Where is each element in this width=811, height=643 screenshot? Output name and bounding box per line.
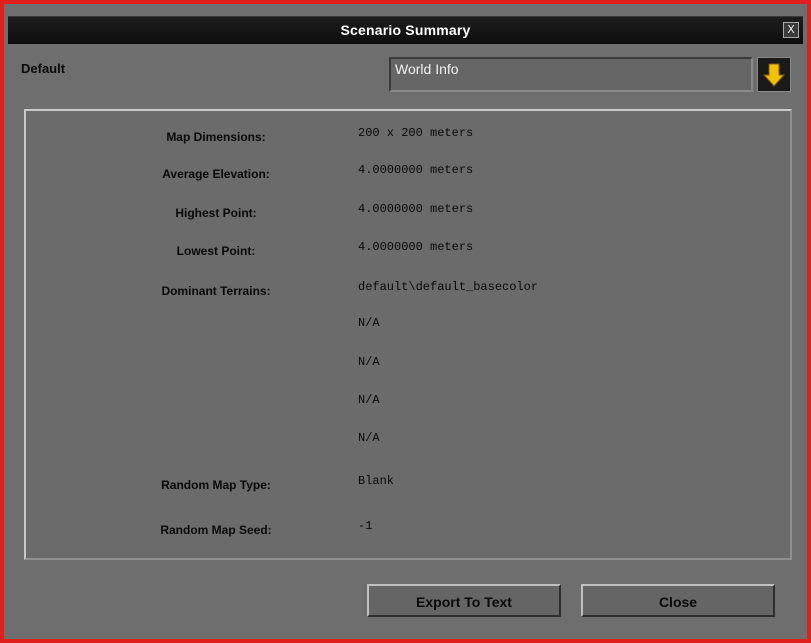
dropdown-selected-value: World Info — [395, 61, 459, 77]
profile-label: Default — [21, 61, 66, 76]
title-bar: Scenario Summary X — [8, 16, 803, 44]
label-random-map-seed: Random Map Seed: — [160, 523, 272, 537]
value-dominant-terrain-4: N/A — [358, 393, 380, 407]
close-icon[interactable]: X — [783, 22, 799, 38]
value-dominant-terrain-5: N/A — [358, 431, 380, 445]
value-dominant-terrain-3: N/A — [358, 355, 380, 369]
dialog-title: Scenario Summary — [340, 22, 471, 38]
value-lowest-point: 4.0000000 meters — [358, 240, 474, 254]
value-dominant-terrain-2: N/A — [358, 316, 380, 330]
value-average-elevation: 4.0000000 meters — [358, 163, 474, 177]
label-map-dimensions: Map Dimensions: — [166, 130, 266, 144]
dropdown-toggle-button[interactable] — [757, 57, 791, 92]
value-random-map-type: Blank — [358, 474, 395, 488]
label-average-elevation: Average Elevation: — [162, 167, 270, 181]
label-lowest-point: Lowest Point: — [176, 244, 256, 258]
summary-panel: Map Dimensions: 200 x 200 meters Average… — [24, 109, 792, 560]
close-button[interactable]: Close — [581, 584, 775, 617]
label-random-map-type: Random Map Type: — [161, 478, 271, 492]
value-dominant-terrain-1: default\default_basecolor — [358, 280, 539, 294]
value-map-dimensions: 200 x 200 meters — [358, 126, 474, 140]
value-highest-point: 4.0000000 meters — [358, 202, 474, 216]
info-dropdown[interactable]: World Info — [389, 57, 753, 92]
label-highest-point: Highest Point: — [175, 206, 257, 220]
label-dominant-terrains: Dominant Terrains: — [161, 284, 271, 298]
value-random-map-seed: -1 — [358, 519, 373, 533]
export-to-text-button[interactable]: Export To Text — [367, 584, 561, 617]
arrow-down-icon — [758, 58, 790, 91]
